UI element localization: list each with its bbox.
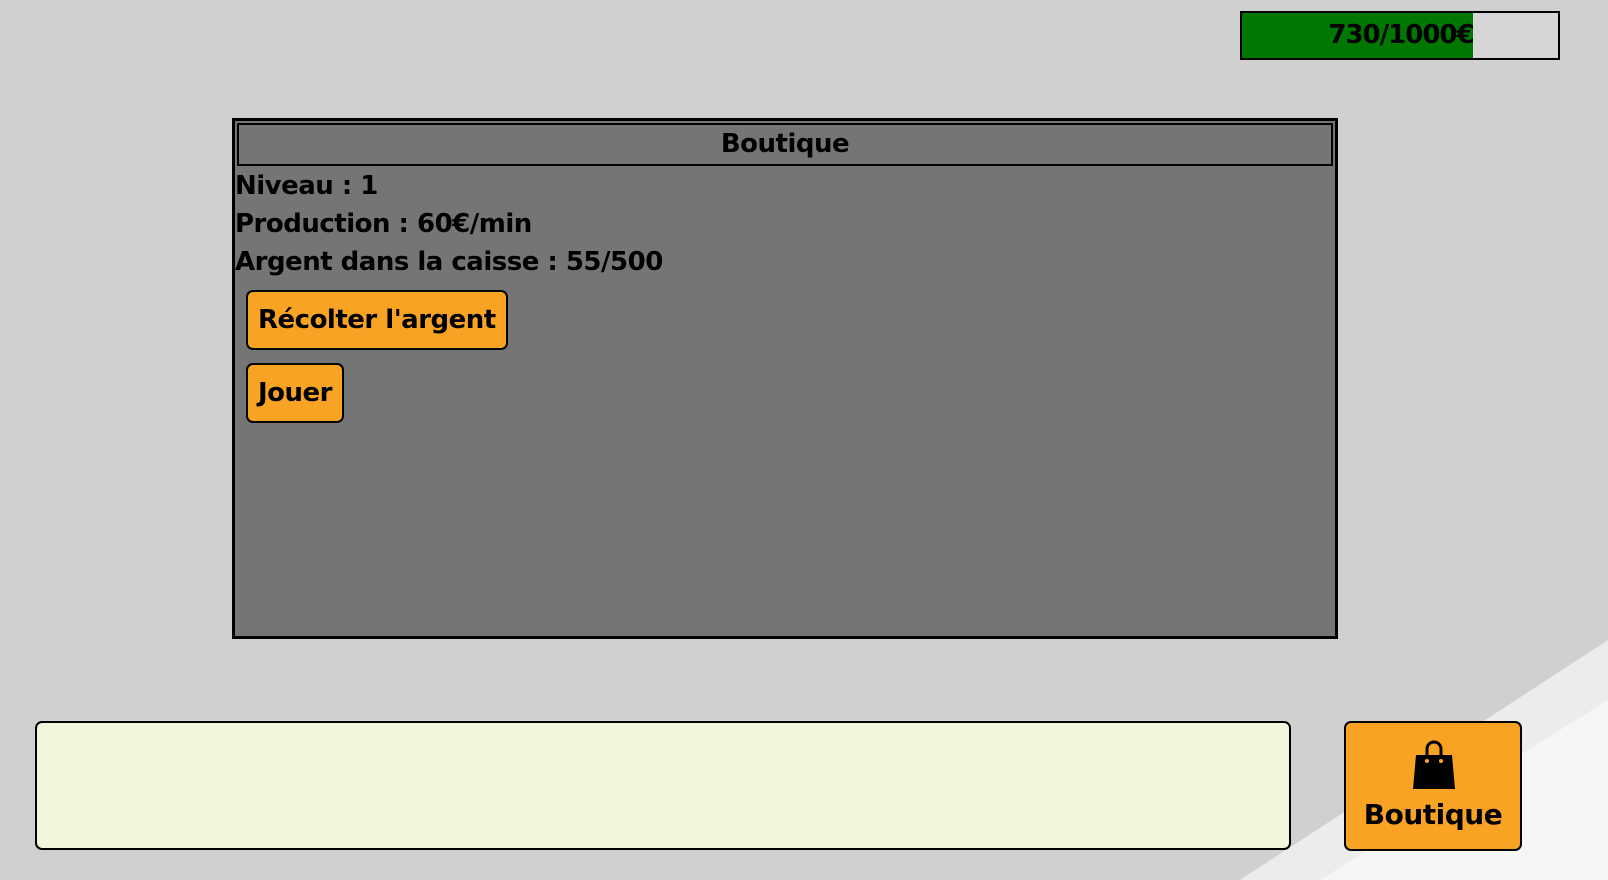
shopping-bag-icon (1413, 740, 1455, 789)
money-progress-label: 730/1000€ (1328, 20, 1474, 50)
panel-title: Boutique (237, 123, 1333, 166)
cash-register-text: Argent dans la caisse : 55/500 (235, 247, 663, 277)
level-text: Niveau : 1 (235, 171, 378, 201)
production-text: Production : 60€/min (235, 209, 532, 239)
shop-button[interactable]: Boutique (1344, 721, 1522, 851)
shop-stats: Niveau : 1 Production : 60€/min Argent d… (235, 167, 663, 281)
shop-info-panel: Boutique Niveau : 1 Production : 60€/min… (232, 118, 1338, 639)
play-button[interactable]: Jouer (246, 363, 345, 423)
shop-button-label: Boutique (1363, 798, 1503, 831)
message-box (35, 721, 1291, 850)
collect-money-button[interactable]: Récolter l'argent (246, 290, 508, 350)
money-progress-bar: 730/1000€ (1240, 11, 1560, 60)
